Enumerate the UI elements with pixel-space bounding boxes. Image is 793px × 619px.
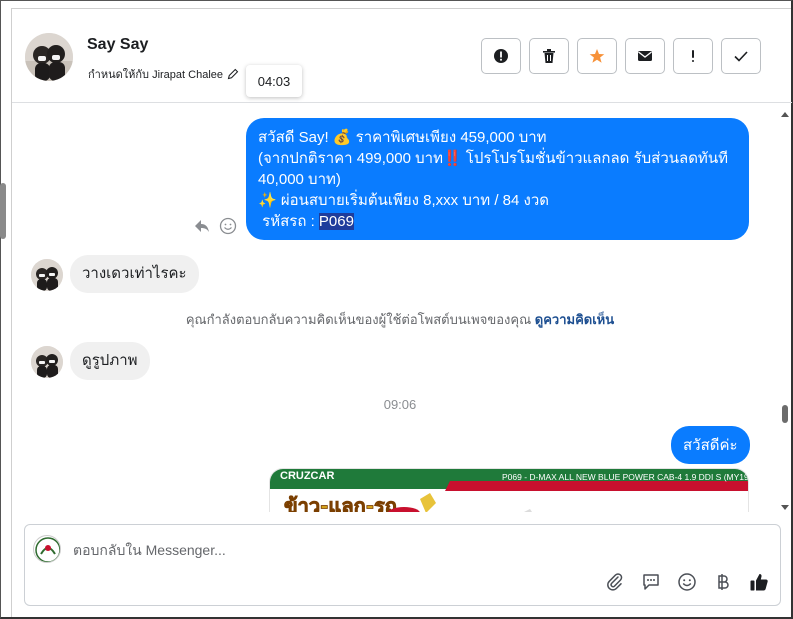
car-code-selected: P069 — [318, 213, 354, 230]
avatar[interactable] — [31, 259, 63, 291]
view-comment-link[interactable]: ดูความคิดเห็น — [535, 312, 614, 327]
conversation-header: Say Say กำหนดให้กับ Jirapat Chalee 04:03 — [12, 9, 792, 103]
reply-icon[interactable] — [193, 217, 211, 235]
thumbs-up-icon — [750, 574, 768, 591]
image-banner-text: P069 - D-MAX ALL NEW BLUE POWER CAB-4 1.… — [502, 472, 749, 482]
done-button[interactable] — [721, 38, 761, 74]
exclamation-icon — [692, 50, 694, 62]
pencil-icon[interactable] — [227, 68, 239, 80]
delete-button[interactable] — [529, 38, 569, 74]
message-thread[interactable]: สวัสดี Say! 💰 ราคาพิเศษเพียง 459,000 บาท… — [12, 104, 792, 512]
emoji-icon — [678, 573, 696, 591]
outgoing-message[interactable]: สวัสดีค่ะ — [671, 426, 750, 464]
action-toolbar — [481, 38, 761, 74]
report-button[interactable] — [481, 38, 521, 74]
scroll-up-icon[interactable] — [779, 109, 791, 121]
spam-button[interactable] — [673, 38, 713, 74]
alert-circle-icon — [494, 49, 508, 63]
reply-input[interactable]: ตอบกลับใน Messenger... — [73, 540, 226, 562]
time-divider: 09:06 — [383, 397, 417, 412]
like-button[interactable] — [748, 571, 770, 593]
image-slogan-text: ข้าว-แลก-รถ — [284, 494, 397, 512]
outgoing-message-promo[interactable]: สวัสดี Say! 💰 ราคาพิเศษเพียง 459,000 บาท… — [246, 118, 749, 240]
star-button[interactable] — [577, 38, 617, 74]
paperclip-icon — [607, 573, 623, 591]
image-brand-text: CRUZCAR — [280, 470, 334, 482]
message-line: รหัสรถ : P069 — [258, 211, 737, 232]
assignee-label[interactable]: กำหนดให้กับ Jirapat Chalee — [88, 65, 239, 83]
message-composer[interactable]: ตอบกลับใน Messenger... — [24, 524, 781, 606]
avatar[interactable] — [31, 346, 63, 378]
trash-icon — [543, 49, 555, 63]
contact-name[interactable]: Say Say — [87, 36, 148, 54]
car-promo-image[interactable]: P069 - D-MAX ALL NEW BLUE POWER CAB-4 1.… — [269, 468, 749, 512]
emoji-button[interactable] — [676, 571, 698, 593]
message-line: ✨ ผ่อนสบายเริ่มต้นเพียง 8,xxx บาท / 84 ง… — [258, 192, 549, 209]
page-avatar — [33, 535, 61, 563]
payment-button[interactable] — [712, 571, 734, 593]
envelope-icon — [638, 51, 652, 61]
comment-reply-notice: คุณกำลังตอบกลับความคิดเห็นของผู้ใช้ต่อโพ… — [12, 309, 788, 330]
avatar[interactable] — [25, 33, 73, 81]
timestamp-tooltip: 04:03 — [246, 65, 302, 97]
check-icon — [734, 51, 748, 62]
message-actions — [193, 217, 237, 235]
message-line: (จากปกติราคา 499,000 บาท‼️ โปรโปรโมชั่นข… — [258, 150, 728, 188]
notice-text: คุณกำลังตอบกลับความคิดเห็นของผู้ใช้ต่อโพ… — [185, 312, 532, 327]
saved-replies-button[interactable] — [640, 571, 662, 593]
emoji-reaction-icon[interactable] — [219, 217, 237, 235]
conversation-panel: Say Say กำหนดให้กับ Jirapat Chalee 04:03 — [11, 8, 792, 617]
star-icon — [589, 49, 605, 63]
assignee-text: กำหนดให้กับ Jirapat Chalee — [88, 69, 224, 81]
mark-unread-button[interactable] — [625, 38, 665, 74]
incoming-message[interactable]: ดูรูปภาพ — [70, 342, 150, 380]
resize-handle[interactable] — [0, 183, 6, 239]
baht-icon — [718, 574, 729, 590]
composer-toolbar — [604, 571, 770, 593]
attach-button[interactable] — [604, 571, 626, 593]
scrollbar-thumb[interactable] — [782, 405, 788, 423]
thread-scrollbar[interactable] — [779, 109, 791, 513]
scroll-down-icon[interactable] — [779, 501, 791, 513]
chat-icon — [643, 574, 659, 590]
incoming-message[interactable]: วางเดวเท่าไรคะ — [70, 255, 199, 293]
message-line: สวัสดี Say! 💰 ราคาพิเศษเพียง 459,000 บาท — [258, 129, 547, 146]
car-code-label: รหัสรถ : — [258, 213, 319, 230]
